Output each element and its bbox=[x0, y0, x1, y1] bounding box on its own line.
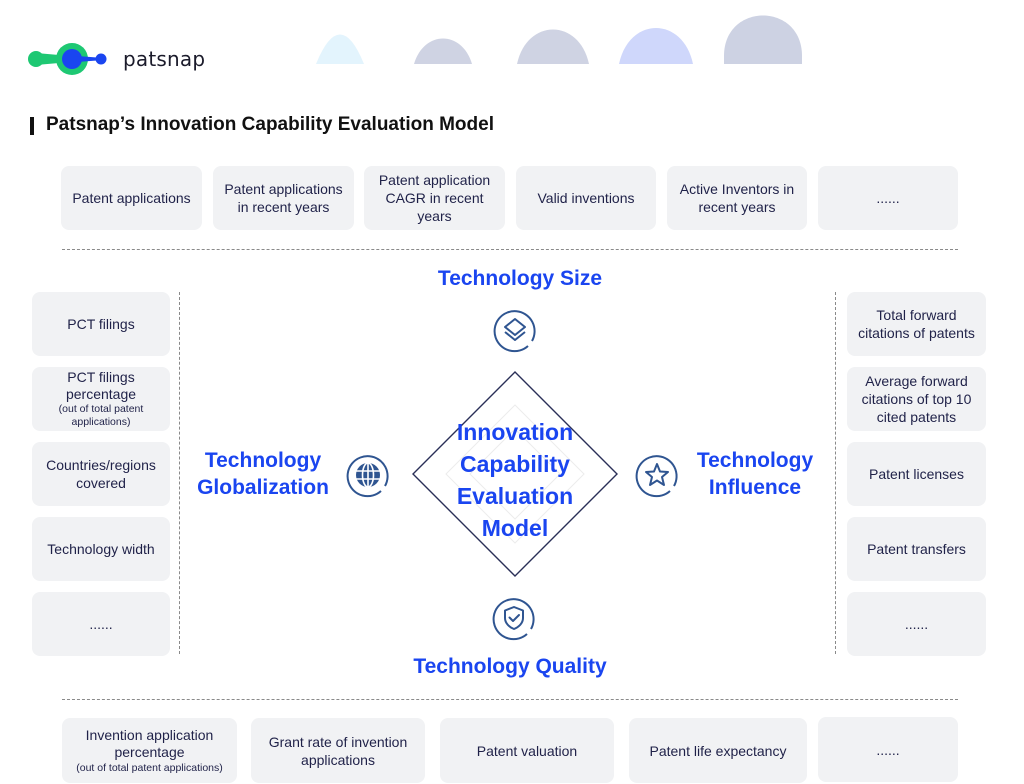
size-metric-box: Valid inventions bbox=[516, 166, 656, 230]
metric-label: Patent transfers bbox=[867, 541, 966, 557]
dimension-label-influence: Technology Influence bbox=[686, 447, 824, 501]
center-title-line: Innovation bbox=[456, 419, 574, 445]
size-metric-box: Patent applications in recent years bbox=[213, 166, 354, 230]
brand-name: patsnap bbox=[123, 47, 206, 71]
metric-label: ...... bbox=[904, 616, 929, 632]
quality-metric-box: Grant rate of invention applications bbox=[251, 718, 425, 783]
influence-metric-box: Total forward citations of patents bbox=[847, 292, 986, 356]
metric-label: Patent life expectancy bbox=[649, 742, 787, 759]
influence-metric-box: Patent transfers bbox=[847, 517, 986, 581]
metric-label: PCT filings percentage bbox=[65, 369, 137, 402]
decorative-arch bbox=[316, 0, 364, 64]
center-model-title: Innovation Capability Evaluation Model bbox=[420, 416, 610, 544]
metric-label: Technology width bbox=[47, 541, 155, 557]
globalization-metric-box: ...... bbox=[32, 592, 170, 656]
size-metric-box: ...... bbox=[818, 166, 958, 230]
metric-label: Grant rate of invention applications bbox=[268, 733, 408, 768]
divider-bottom bbox=[62, 699, 958, 700]
dimension-label-globalization: Technology Globalization bbox=[186, 447, 340, 501]
size-metric-box: Patent application CAGR in recent years bbox=[364, 166, 505, 230]
metric-label: Average forward citations of top 10 cite… bbox=[861, 373, 972, 425]
quality-metric-box: Patent life expectancy bbox=[629, 718, 807, 783]
patsnap-logo: patsnap bbox=[27, 42, 217, 76]
metric-label: ...... bbox=[89, 616, 113, 632]
size-metric-box: Patent applications bbox=[61, 166, 202, 230]
layers-icon bbox=[490, 305, 540, 360]
metric-label: Countries/regions covered bbox=[46, 457, 156, 491]
divider-top bbox=[62, 249, 958, 250]
shield-check-icon bbox=[489, 593, 539, 648]
divider-left bbox=[179, 292, 180, 654]
center-title-line: Capability bbox=[460, 451, 570, 477]
decorative-arch bbox=[619, 0, 693, 64]
metric-label: Patent applications in recent years bbox=[224, 181, 343, 215]
center-title-line: Evaluation bbox=[456, 483, 574, 509]
decorative-arch bbox=[414, 0, 472, 64]
metric-label: Patent valuation bbox=[476, 742, 578, 759]
decorative-arch bbox=[517, 0, 589, 64]
globalization-metric-box: PCT filings percentage (out of total pat… bbox=[32, 367, 170, 431]
metric-label: Patent application CAGR in recent years bbox=[378, 172, 491, 224]
metric-label: Invention application percentage bbox=[85, 726, 214, 760]
size-metric-box: Active Inventors in recent years bbox=[667, 166, 807, 230]
globalization-metric-box: Technology width bbox=[32, 517, 170, 581]
globalization-metric-box: PCT filings bbox=[32, 292, 170, 356]
decorative-arch bbox=[724, 0, 802, 64]
metric-label: PCT filings bbox=[67, 316, 135, 332]
dimension-label-quality: Technology Quality bbox=[413, 655, 607, 678]
dimension-label-line: Globalization bbox=[197, 476, 329, 499]
globe-icon bbox=[343, 450, 393, 505]
divider-right bbox=[835, 292, 836, 654]
quality-metric-box: Patent valuation bbox=[440, 718, 614, 783]
influence-metric-box: Average forward citations of top 10 cite… bbox=[847, 367, 986, 431]
dimension-label-size: Technology Size bbox=[437, 267, 603, 290]
globalization-metric-box: Countries/regions covered bbox=[32, 442, 170, 506]
page-title: Patsnap’s Innovation Capability Evaluati… bbox=[46, 114, 494, 135]
metric-label: ...... bbox=[876, 741, 900, 758]
metric-label: Total forward citations of patents bbox=[858, 307, 975, 341]
metric-label: Active Inventors in recent years bbox=[679, 181, 795, 215]
star-icon bbox=[632, 450, 682, 505]
metric-label: ...... bbox=[876, 190, 900, 206]
metric-label: Valid inventions bbox=[537, 190, 635, 206]
metric-label: Patent applications bbox=[72, 190, 191, 206]
dimension-label-line: Influence bbox=[708, 476, 802, 499]
metric-note: (out of total patent applications) bbox=[58, 403, 144, 428]
title-accent-bar bbox=[30, 117, 34, 135]
quality-metric-box: Invention application percentage (out of… bbox=[62, 718, 237, 783]
influence-metric-box: Patent licenses bbox=[847, 442, 986, 506]
quality-metric-box: ...... bbox=[818, 717, 958, 782]
dimension-label-line: Technology bbox=[696, 449, 814, 472]
metric-note: (out of total patent applications) bbox=[76, 761, 223, 774]
patsnap-logo-icon bbox=[28, 43, 107, 75]
dimension-label-line: Technology bbox=[204, 449, 322, 472]
influence-metric-box: ...... bbox=[847, 592, 986, 656]
center-title-line: Model bbox=[481, 515, 549, 541]
metric-label: Patent licenses bbox=[869, 466, 964, 482]
